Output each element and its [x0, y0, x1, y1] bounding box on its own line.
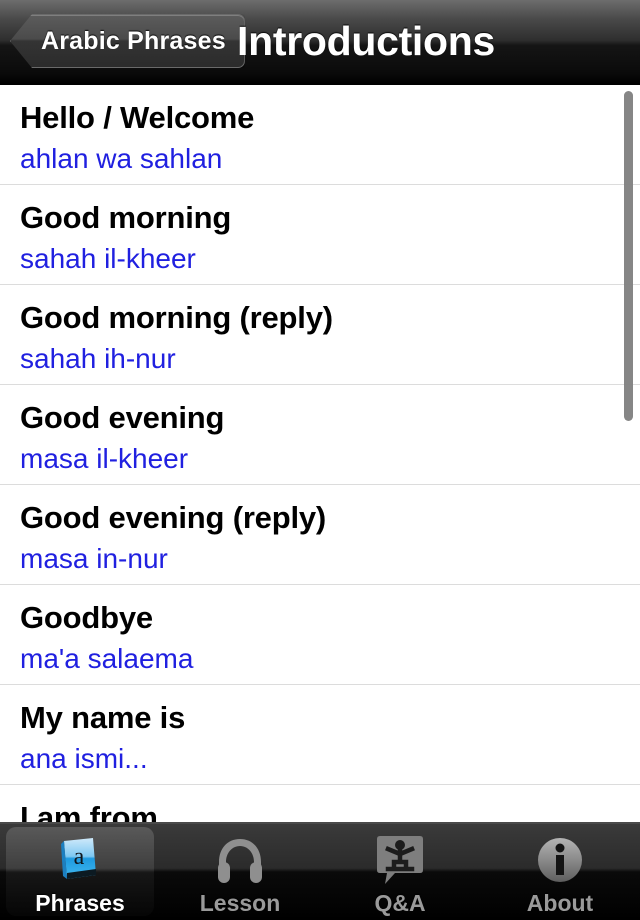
phrase-row[interactable]: Good morning (reply) sahah ih-nur [0, 285, 640, 385]
phrase-row[interactable]: Good evening (reply) masa in-nur [0, 485, 640, 585]
book-icon: a [52, 832, 108, 888]
phrase-transliteration: masa il-kheer [20, 443, 189, 474]
phrase-transliteration: ana ismi... [20, 743, 148, 774]
phrase-transliteration: masa in-nur [20, 543, 168, 574]
phrase-english: Good morning [20, 200, 232, 235]
phrase-rows: Hello / Welcome ahlan wa sahlan Good morni… [0, 85, 640, 822]
tab-phrases[interactable]: a Phrases [0, 824, 160, 920]
svg-text:a: a [74, 844, 85, 870]
phrase-english: Good evening [20, 400, 225, 435]
phrase-english: My name is [20, 700, 186, 735]
phrase-english: Hello / Welcome [20, 100, 255, 135]
tab-label: Phrases [35, 890, 125, 916]
phrase-transliteration: ma'a salaema [20, 643, 194, 674]
phrase-row[interactable]: My name is ana ismi... [0, 685, 640, 785]
phrase-english: Goodbye [20, 600, 153, 635]
tab-about[interactable]: About [480, 824, 640, 920]
phrase-english: Good evening (reply) [20, 500, 327, 535]
phrase-transliteration: sahah il-kheer [20, 243, 196, 274]
scrollbar[interactable] [624, 91, 633, 421]
app-screen: Arabic Phrases Introductions Hello / Wel… [0, 0, 640, 920]
back-button[interactable]: Arabic Phrases [10, 14, 245, 68]
phrase-transliteration: ahlan wa sahlan [20, 143, 223, 174]
tab-label: About [526, 890, 594, 916]
phrase-row[interactable]: Goodbye ma'a salaema [0, 585, 640, 685]
phrase-transliteration: sahah ih-nur [20, 343, 176, 374]
speech-bubble-person-icon [372, 832, 428, 888]
tab-q-a[interactable]: Q&A [320, 824, 480, 920]
phrase-english: I am from... [20, 800, 183, 822]
phrase-row[interactable]: I am from... [0, 785, 640, 822]
tab-lesson[interactable]: Lesson [160, 824, 320, 920]
phrase-row[interactable]: Good evening masa il-kheer [0, 385, 640, 485]
phrase-row[interactable]: Hello / Welcome ahlan wa sahlan [0, 85, 640, 185]
page-title: Introductions [237, 18, 496, 64]
phrase-row[interactable]: Good morning sahah il-kheer [0, 185, 640, 285]
back-button-label: Arabic Phrases [41, 26, 226, 55]
navigation-bar: Arabic Phrases Introductions [0, 0, 640, 85]
tab-label: Q&A [374, 890, 426, 916]
phrase-english: Good morning (reply) [20, 300, 333, 335]
tab-bar: a Phrases Lesson Q&A About [0, 822, 640, 920]
headphones-icon [212, 832, 268, 888]
info-circle-icon [532, 832, 588, 888]
tab-label: Lesson [199, 890, 281, 916]
phrase-list[interactable]: Hello / Welcome ahlan wa sahlan Good morni… [0, 85, 640, 822]
